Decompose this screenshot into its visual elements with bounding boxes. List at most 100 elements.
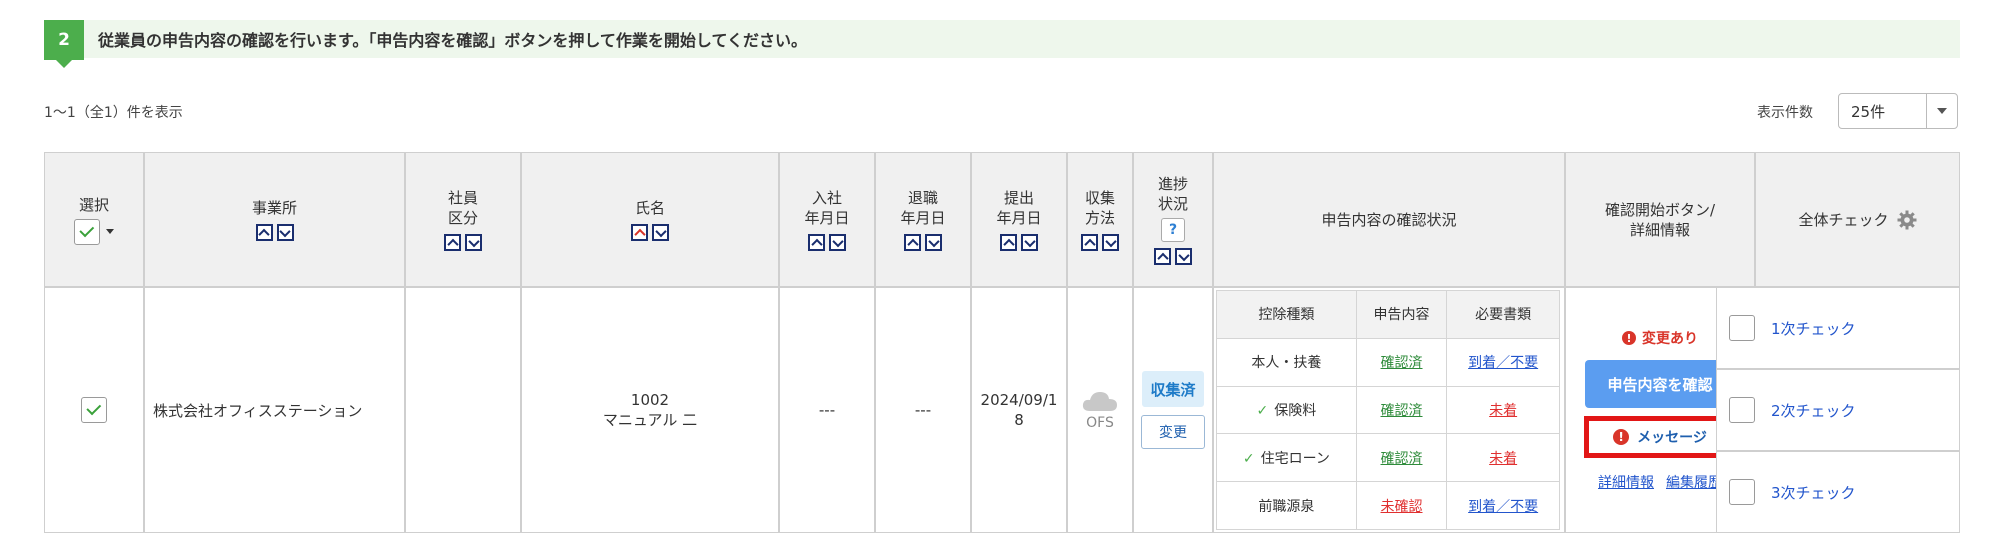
help-icon[interactable]: ? [1161, 218, 1185, 242]
sort-desc-icon[interactable] [1021, 234, 1038, 251]
sort-asc-icon[interactable] [1000, 234, 1017, 251]
sort-asc-icon[interactable] [1154, 248, 1171, 265]
row-join-date: --- [818, 401, 836, 419]
sort-desc-icon[interactable] [829, 234, 846, 251]
header-retire-line1: 退職 [907, 189, 938, 207]
row-submit-date-line1: 2024/09/1 [980, 391, 1058, 409]
row-retire-cell: --- [875, 287, 971, 533]
per-page-select[interactable]: 25件 [1838, 93, 1958, 129]
sort-asc-icon[interactable] [444, 234, 461, 251]
changed-label: 変更あり [1642, 331, 1698, 347]
row-name-cell: 1002 マニュアル 二 [521, 287, 779, 533]
message-button-label: メッセージ [1637, 430, 1707, 446]
alert-icon: ! [1613, 429, 1630, 445]
content-status-link[interactable]: 確認済 [1381, 451, 1423, 467]
header-all-check-label: 全体チェック [1798, 210, 1889, 229]
step-message: 従業員の申告内容の確認を行います。「申告内容を確認」ボタンを押して作業を開始して… [98, 31, 807, 50]
row-join-cell: --- [779, 287, 875, 533]
third-check-label[interactable]: 3次チェック [1771, 482, 1856, 503]
header-method: 収集 方法 [1067, 152, 1133, 287]
second-check-label[interactable]: 2次チェック [1771, 400, 1856, 421]
content-status-link[interactable]: 未確認 [1381, 499, 1423, 515]
first-check-checkbox[interactable] [1729, 315, 1755, 341]
message-button[interactable]: ! メッセージ [1584, 416, 1736, 458]
confirm-header-docs: 必要書類 [1446, 290, 1560, 339]
check-icon: ✓ [1242, 450, 1255, 467]
confirm-status-table: 控除種類 申告内容 必要書類 本人・扶養 確認済 到着／不要 ✓ 保険料 確認済 … [1216, 290, 1560, 530]
header-emp-type-line2: 区分 [447, 209, 478, 227]
sort-asc-icon[interactable] [808, 234, 825, 251]
deduction-type: ✓ 保険料 [1216, 385, 1357, 435]
sort-desc-icon[interactable] [1102, 234, 1119, 251]
deduction-type-label: 保険料 [1274, 402, 1317, 419]
row-method: OFS [1086, 415, 1114, 431]
deduction-type-label: 住宅ローン [1260, 450, 1330, 467]
header-start-line2: 詳細情報 [1629, 220, 1690, 239]
sort-desc-icon[interactable] [465, 234, 482, 251]
chevron-down-icon[interactable] [1926, 94, 1957, 128]
header-submit-date: 提出 年月日 [971, 152, 1067, 287]
first-check-label[interactable]: 1次チェック [1771, 318, 1856, 339]
alert-icon: ! [1622, 331, 1636, 345]
third-check-checkbox[interactable] [1729, 479, 1755, 505]
header-progress-line2: 状況 [1157, 195, 1188, 213]
row-emp-type-cell [405, 287, 521, 533]
row-submit-cell: 2024/09/1 8 [971, 287, 1067, 533]
sort-desc-icon[interactable] [1175, 248, 1192, 265]
header-start-button: 確認開始ボタン/ 詳細情報 [1565, 152, 1755, 287]
docs-status-link[interactable]: 未着 [1489, 403, 1517, 419]
header-select: 選択 [44, 152, 144, 287]
third-check-row: 3次チェック [1716, 451, 1960, 533]
sort-desc-icon[interactable] [925, 234, 942, 251]
sort-asc-icon[interactable] [1081, 234, 1098, 251]
confirm-content-button[interactable]: 申告内容を確認 [1585, 360, 1735, 408]
docs-status-link[interactable]: 未着 [1489, 451, 1517, 467]
header-office: 事業所 [144, 152, 405, 287]
deduction-type-label: 本人・扶養 [1251, 355, 1322, 372]
sort-asc-icon[interactable] [904, 234, 921, 251]
detail-info-link[interactable]: 詳細情報 [1598, 472, 1654, 492]
change-button[interactable]: 変更 [1141, 415, 1205, 449]
content-status-link[interactable]: 確認済 [1381, 355, 1423, 371]
deduction-type-label: 前職源泉 [1258, 498, 1315, 515]
select-all-checkbox[interactable] [74, 218, 100, 245]
check-icon: ✓ [1256, 402, 1269, 419]
per-page-value: 25件 [1851, 102, 1886, 121]
result-count: 1〜1（全1）件を表示 [44, 105, 183, 121]
sort-desc-icon[interactable] [652, 224, 669, 241]
header-method-line1: 収集 [1084, 189, 1115, 207]
header-submit-line2: 年月日 [996, 209, 1042, 227]
header-retire-date: 退職 年月日 [875, 152, 971, 287]
row-select-checkbox[interactable] [81, 397, 107, 423]
select-menu-caret-icon[interactable] [106, 229, 114, 234]
sort-desc-icon[interactable] [276, 224, 294, 241]
header-method-line2: 方法 [1084, 209, 1115, 227]
edit-history-link[interactable]: 編集履歴 [1666, 472, 1722, 492]
docs-status-link[interactable]: 到着／不要 [1468, 499, 1538, 515]
deduction-type: 本人・扶養 [1216, 337, 1357, 387]
deduction-type: 前職源泉 [1216, 481, 1357, 530]
changed-indicator: ! 変更あり [1622, 328, 1698, 348]
header-employee-type: 社員 区分 [405, 152, 521, 287]
header-progress: 進捗 状況 ? [1133, 152, 1213, 287]
first-check-row: 1次チェック [1716, 287, 1960, 369]
step-banner: 2 従業員の申告内容の確認を行います。「申告内容を確認」ボタンを押して作業を開始… [44, 20, 1960, 68]
header-all-check: 全体チェック [1755, 152, 1960, 287]
header-join-date: 入社 年月日 [779, 152, 875, 287]
header-select-label: 選択 [78, 195, 109, 214]
row-submit-date-line2: 8 [1014, 411, 1024, 429]
deduction-type: ✓ 住宅ローン [1216, 433, 1357, 483]
sort-asc-active-icon[interactable] [631, 224, 648, 241]
gear-icon[interactable] [1897, 210, 1917, 230]
header-join-line2: 年月日 [804, 209, 850, 227]
row-retire-date: --- [914, 401, 932, 419]
content-status-link[interactable]: 確認済 [1381, 403, 1423, 419]
docs-status-link[interactable]: 到着／不要 [1468, 355, 1538, 371]
second-check-checkbox[interactable] [1729, 397, 1755, 423]
row-office-cell: 株式会社オフィスステーション [144, 287, 405, 533]
sort-asc-icon[interactable] [255, 224, 273, 241]
row-progress-cell: 収集済 変更 [1133, 287, 1213, 533]
employee-table: 選択 事業所 社員 区分 氏名 入社 年月日 退職 年月日 提出 年月日 収集 … [44, 152, 1960, 533]
confirm-header-type: 控除種類 [1216, 290, 1357, 339]
second-check-row: 2次チェック [1716, 369, 1960, 451]
